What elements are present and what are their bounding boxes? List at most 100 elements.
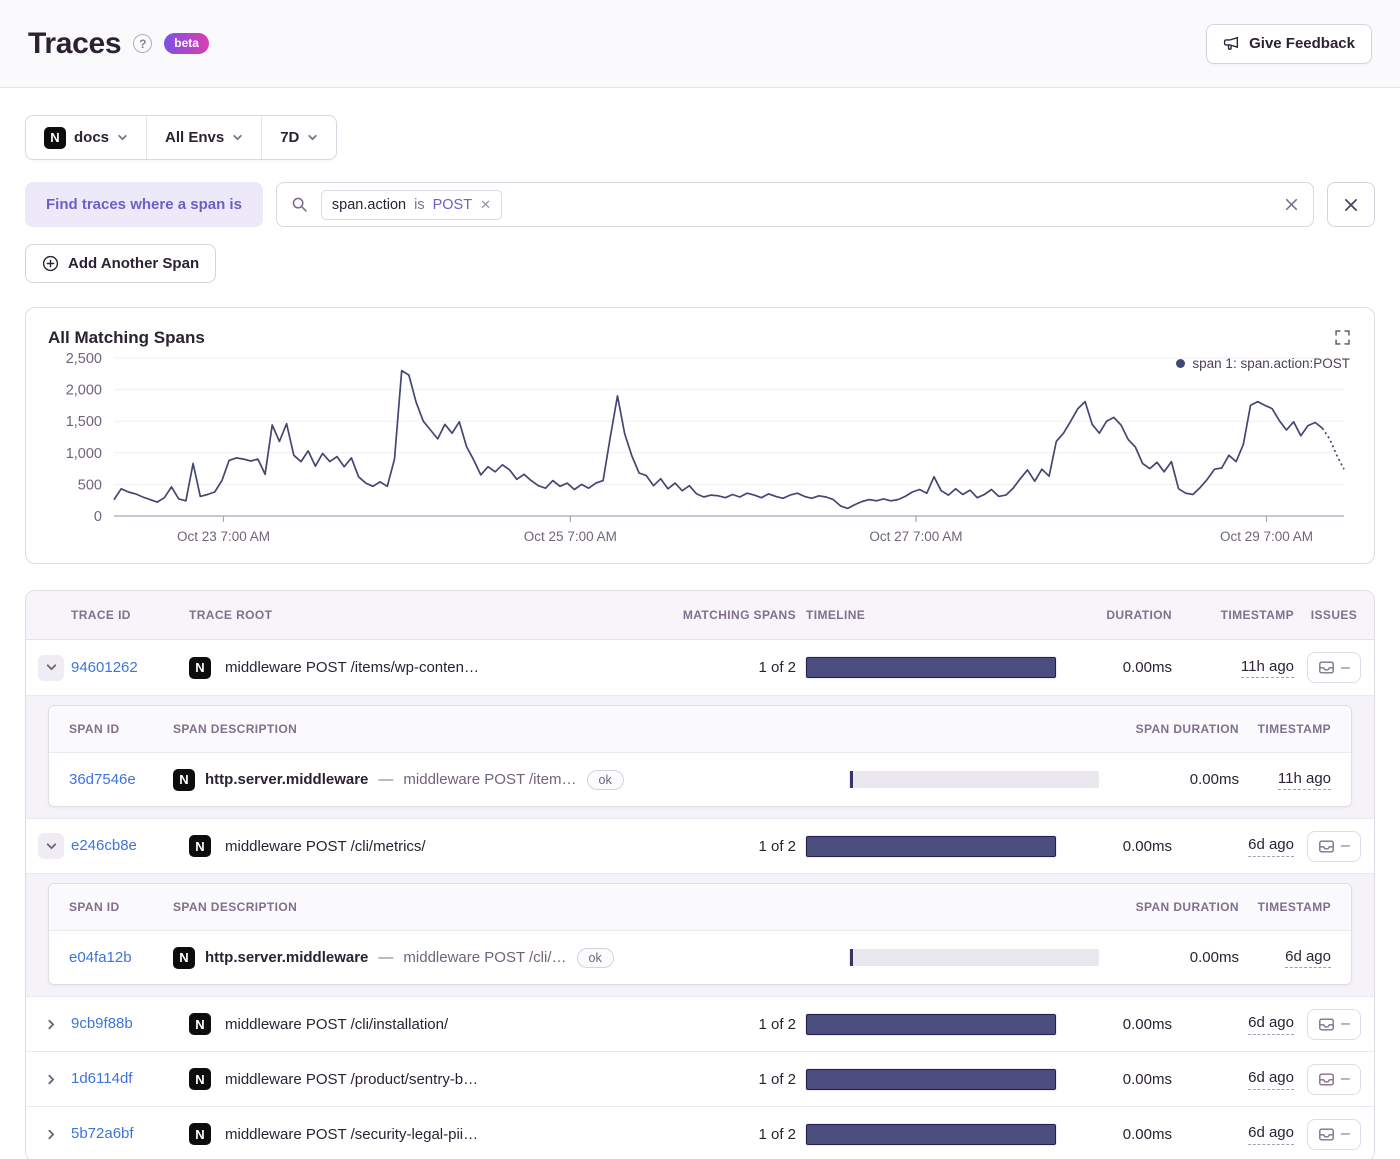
timeline-bar[interactable] (806, 835, 1056, 857)
svg-text:2,500: 2,500 (66, 351, 102, 367)
page-title: Traces (28, 26, 122, 60)
timestamp-cell: 6d ago (1172, 1123, 1294, 1145)
duration-cell: 0.00ms (1122, 659, 1172, 676)
svg-text:2,000: 2,000 (66, 383, 102, 399)
nextjs-icon: N (189, 656, 211, 679)
trace-root-text: middleware POST /items/wp-conten… (225, 659, 479, 676)
col-span-description: Span Description (173, 900, 298, 914)
help-icon[interactable]: ? (133, 34, 153, 53)
trace-root-cell: Nmiddleware POST /security-legal-pii… (189, 1123, 668, 1145)
environment-selector[interactable]: All Envs (146, 116, 261, 159)
timestamp-cell: 11h ago (1172, 657, 1294, 679)
issues-button[interactable]: – (1307, 1118, 1361, 1150)
col-span-id: Span ID (69, 900, 120, 914)
collapse-trace-icon[interactable] (38, 833, 64, 859)
search-filter-chip[interactable]: span.action is POST ✕ (320, 189, 502, 220)
issues-button[interactable]: – (1307, 830, 1361, 862)
plus-circle-icon (42, 255, 59, 272)
col-timestamp: Timestamp (1220, 608, 1294, 622)
timestamp-text[interactable]: 6d ago (1248, 835, 1294, 857)
issues-inbox-icon (1319, 1127, 1334, 1141)
trace-root-text: middleware POST /cli/metrics/ (225, 837, 426, 855)
spans-subtable: Span ID Span Description Span Duration Time… (48, 883, 1352, 985)
traces-table-header: Trace ID Trace Root Matching Spans Timel… (26, 591, 1374, 640)
svg-text:Oct 25 7:00 AM: Oct 25 7:00 AM (524, 529, 617, 544)
span-timeline-track[interactable] (849, 949, 1099, 966)
col-matching-spans: Matching Spans (682, 608, 796, 622)
search-icon (291, 196, 308, 213)
trace-id-link[interactable]: 9cb9f88b (71, 1015, 133, 1032)
span-description-cell: Nhttp.server.middleware — middleware POST … (173, 768, 839, 791)
nextjs-icon: N (189, 1068, 211, 1090)
trace-root-cell: Nmiddleware POST /cli/metrics/ (189, 835, 668, 857)
svg-text:Oct 23 7:00 AM: Oct 23 7:00 AM (177, 529, 270, 544)
trace-id-link[interactable]: 1d6114df (71, 1070, 132, 1087)
give-feedback-button[interactable]: Give Feedback (1206, 23, 1372, 64)
col-span-id: Span ID (69, 722, 120, 736)
span-description-text: middleware POST /item… (403, 771, 577, 788)
trace-id-cell: e246cb8e (71, 837, 189, 855)
timeline-bar[interactable] (806, 1013, 1056, 1035)
span-duration-cell: 0.00ms (1189, 949, 1239, 966)
issues-button[interactable]: – (1307, 1008, 1361, 1040)
line-chart[interactable]: 0 500 1,000 1,500 2,000 2,500 Oct 23 7:00 AM Oc… (48, 348, 1354, 550)
all-matching-spans-chart: All Matching Spans span 1: span.action:P… (25, 307, 1375, 564)
trace-row: 1d6114df Nmiddleware POST /product/sentry… (26, 1051, 1374, 1106)
issues-button[interactable]: – (1307, 1063, 1361, 1095)
span-search-input[interactable]: span.action is POST ✕ (275, 182, 1314, 227)
timestamp-text[interactable]: 11h ago (1277, 769, 1331, 791)
span-timeline-cell (839, 771, 1109, 788)
svg-text:500: 500 (78, 477, 102, 493)
date-range-selector[interactable]: 7D (261, 116, 336, 159)
collapse-trace-icon[interactable] (38, 654, 64, 681)
project-selector[interactable]: N docs (26, 116, 146, 159)
col-trace-id: Trace ID (71, 608, 131, 622)
fullscreen-icon[interactable] (1335, 330, 1350, 345)
span-id-link[interactable]: 36d7546e (69, 771, 136, 788)
duration-cell: 0.00ms (1122, 1070, 1172, 1088)
expand-trace-icon[interactable] (38, 1121, 64, 1147)
trace-id-link[interactable]: e246cb8e (71, 837, 137, 854)
col-span-description: Span Description (173, 722, 298, 736)
beta-badge: beta (164, 33, 209, 54)
expand-trace-icon[interactable] (38, 1011, 64, 1037)
timeline-bar[interactable] (806, 1068, 1056, 1090)
timestamp-text[interactable]: 6d ago (1285, 947, 1331, 969)
trace-id-link[interactable]: 94601262 (71, 659, 138, 676)
legend-label: span 1: span.action:POST (1192, 356, 1350, 371)
issues-button[interactable]: – (1307, 652, 1361, 683)
duration-cell: 0.00ms (1122, 837, 1172, 855)
trace-id-link[interactable]: 5b72a6bf (71, 1125, 134, 1142)
span-id-link[interactable]: e04fa12b (69, 949, 132, 966)
timeline-cell (796, 1013, 1066, 1035)
trace-id-cell: 94601262 (71, 659, 189, 677)
page-header: Traces ? beta Give Feedback (0, 0, 1400, 88)
issues-inbox-icon (1319, 1017, 1334, 1031)
col-trace-root: Trace Root (189, 608, 273, 622)
svg-text:1,500: 1,500 (66, 414, 102, 430)
timeline-bar[interactable] (806, 657, 1056, 678)
trace-id-cell: 5b72a6bf (71, 1125, 189, 1143)
expand-trace-icon[interactable] (38, 1066, 64, 1092)
timeline-bar[interactable] (806, 1123, 1056, 1145)
timeline-cell (796, 1068, 1066, 1090)
timestamp-text[interactable]: 6d ago (1248, 1068, 1294, 1090)
trace-row-chevron-cell (26, 833, 71, 859)
span-timestamp-cell: 11h ago (1239, 769, 1351, 791)
span-timeline-track[interactable] (849, 771, 1099, 788)
spans-subtable: Span ID Span Description Span Duration Time… (48, 705, 1352, 807)
timestamp-text[interactable]: 6d ago (1248, 1013, 1294, 1035)
add-another-span-button[interactable]: Add Another Span (25, 244, 217, 283)
search-clear-icon[interactable] (1284, 197, 1299, 212)
chip-remove-icon[interactable]: ✕ (480, 197, 491, 213)
timestamp-text[interactable]: 6d ago (1248, 1123, 1294, 1145)
trace-row-chevron-cell (26, 654, 71, 681)
spans-subtable-header: Span ID Span Description Span Duration Time… (49, 706, 1351, 753)
col-span-timestamp: Timestamp (1257, 722, 1331, 736)
remove-span-filter-button[interactable] (1327, 182, 1375, 227)
issues-cell: – (1294, 1008, 1374, 1040)
timestamp-text[interactable]: 11h ago (1240, 657, 1294, 679)
span-description-text: middleware POST /cli/… (403, 949, 567, 966)
trace-id-cell: 1d6114df (71, 1070, 189, 1088)
timeline-cell (796, 835, 1066, 857)
